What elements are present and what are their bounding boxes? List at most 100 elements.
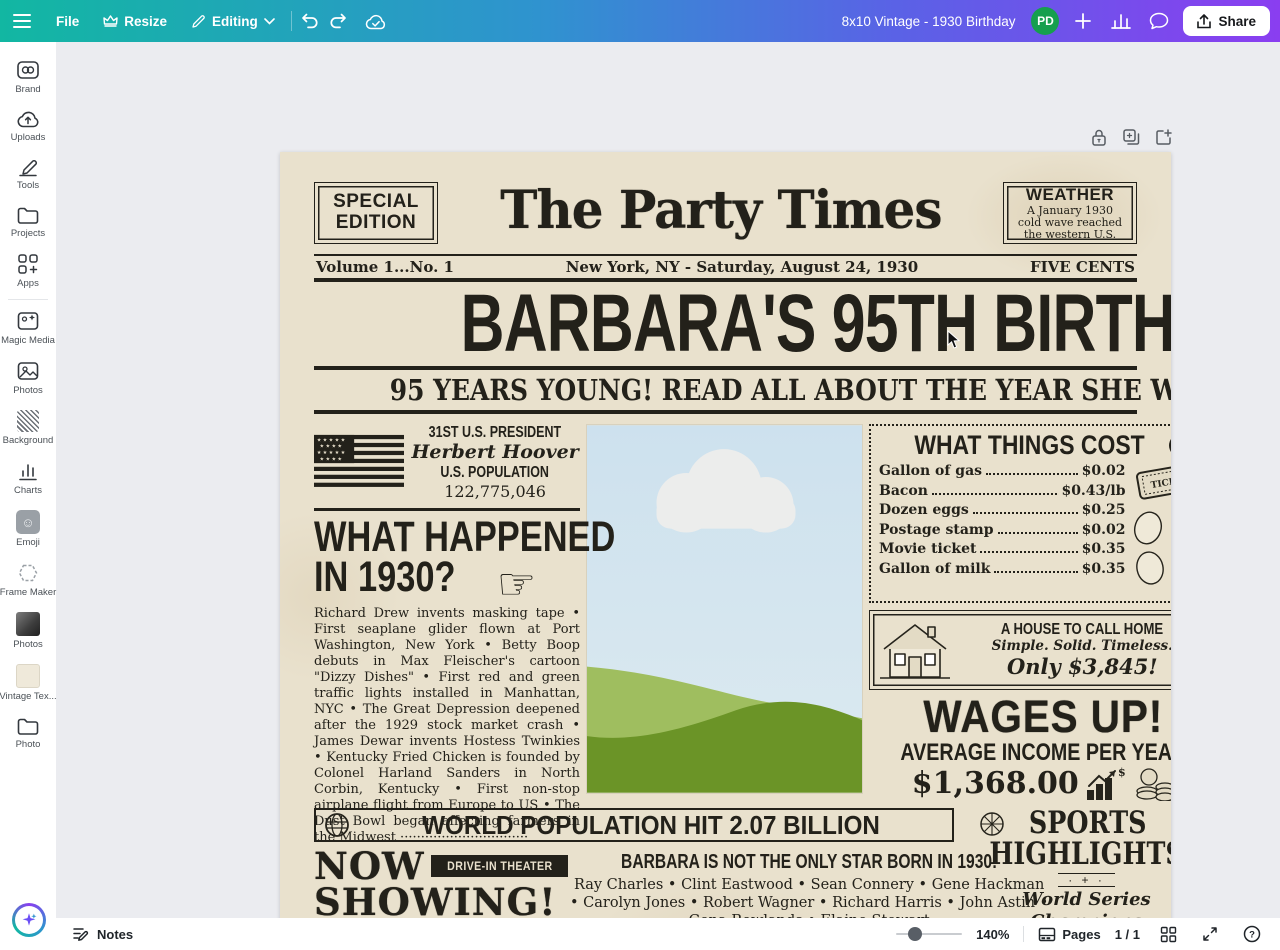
document-title[interactable]: 8x10 Vintage - 1930 Birthday bbox=[842, 14, 1016, 29]
weather-body: A January 1930 cold wave reached the wes… bbox=[1014, 205, 1126, 242]
cost-row: Gallon of milk$0.35 bbox=[879, 560, 1126, 580]
undo-button[interactable] bbox=[296, 7, 324, 35]
wages-title: WAGES UP! bbox=[923, 694, 1163, 740]
what-things-cost-box[interactable]: WHAT THINGS COST $ Gallon of gas$0.02 Ba… bbox=[869, 424, 1171, 603]
weather-box[interactable]: WEATHER A January 1930 cold wave reached… bbox=[1003, 182, 1137, 244]
editing-mode-selector[interactable]: Editing bbox=[179, 0, 287, 42]
add-page-button[interactable] bbox=[1152, 126, 1174, 148]
president-name: Herbert Hoover bbox=[410, 442, 580, 464]
zoom-slider[interactable] bbox=[896, 933, 962, 935]
center-column bbox=[586, 424, 863, 800]
canva-assistant-button[interactable] bbox=[12, 903, 46, 937]
sidebar-item-vintage-texture[interactable]: Vintage Tex... bbox=[0, 657, 56, 709]
pages-button[interactable]: Pages bbox=[1038, 927, 1100, 942]
sidebar-item-tools[interactable]: Tools bbox=[0, 150, 56, 198]
insights-button[interactable] bbox=[1107, 7, 1135, 35]
fullscreen-button[interactable] bbox=[1196, 920, 1224, 948]
zoom-level[interactable]: 140% bbox=[976, 927, 1009, 942]
sidebar-label: Charts bbox=[14, 485, 42, 496]
svg-text:★ ★ ★ ★: ★ ★ ★ ★ bbox=[320, 444, 343, 450]
growth-chart-icon: $ bbox=[1085, 766, 1129, 802]
newspaper-columns: ★ ★ ★ ★ ★★ ★ ★ ★★ ★ ★ ★ ★★ ★ ★ ★ 31ST U.… bbox=[314, 424, 1137, 800]
pointing-finger-icon: ☞ bbox=[497, 559, 536, 610]
sidebar-item-charts[interactable]: Charts bbox=[0, 453, 56, 503]
sidebar-item-photo-folder[interactable]: Photo bbox=[0, 709, 56, 757]
population-banner[interactable]: WORLD POPULATION HIT 2.07 BILLION bbox=[314, 808, 954, 842]
notes-button[interactable]: Notes bbox=[72, 926, 133, 942]
cost-row: Bacon$0.43/lb bbox=[879, 482, 1126, 502]
sidebar-label: Magic Media bbox=[1, 335, 55, 346]
notes-icon bbox=[72, 926, 89, 942]
comments-button[interactable] bbox=[1145, 7, 1173, 35]
sidebar-item-magic-media[interactable]: Magic Media bbox=[0, 303, 56, 353]
eggs-illustration bbox=[1130, 509, 1165, 587]
zoom-slider-knob[interactable] bbox=[908, 927, 922, 941]
redo-button[interactable] bbox=[324, 7, 352, 35]
sidebar-item-apps[interactable]: Apps bbox=[0, 246, 56, 296]
cloud-save-status-button[interactable] bbox=[362, 7, 390, 35]
sidebar-item-frame-maker[interactable]: Frame Maker bbox=[0, 555, 56, 605]
lock-page-button[interactable] bbox=[1088, 126, 1110, 148]
landscape-photo-placeholder[interactable] bbox=[586, 424, 863, 794]
sidebar-item-uploads[interactable]: Uploads bbox=[0, 102, 56, 150]
drive-in-theater-badge: DRIVE-IN THEATER bbox=[431, 855, 569, 877]
sidebar-divider bbox=[8, 299, 48, 300]
sidebar-label: Uploads bbox=[11, 132, 46, 143]
vintage-texture-icon bbox=[16, 664, 40, 688]
population-label: U.S. POPULATION bbox=[441, 464, 550, 482]
design-page[interactable]: SPECIAL EDITION The Party Times WEATHER … bbox=[280, 152, 1171, 950]
add-page-icon bbox=[1154, 128, 1173, 147]
tools-icon bbox=[16, 157, 40, 177]
background-icon bbox=[17, 410, 39, 432]
president-label: 31ST U.S. PRESIDENT bbox=[429, 424, 561, 442]
duplicate-icon bbox=[1122, 128, 1141, 147]
main-menu-button[interactable] bbox=[0, 0, 44, 42]
duplicate-page-button[interactable] bbox=[1120, 126, 1142, 148]
file-menu-button[interactable]: File bbox=[44, 0, 91, 42]
special-edition-badge[interactable]: SPECIAL EDITION bbox=[314, 182, 438, 244]
sidebar-item-projects[interactable]: Projects bbox=[0, 198, 56, 246]
editing-label: Editing bbox=[212, 14, 258, 29]
invite-members-button[interactable] bbox=[1069, 7, 1097, 35]
sidebar-item-photos-result[interactable]: Photos bbox=[0, 605, 56, 657]
sidebar-label: Photos bbox=[13, 639, 43, 650]
price: FIVE CENTS bbox=[1030, 258, 1135, 276]
wages-section[interactable]: WAGES UP! AVERAGE INCOME PER YEAR $1,368… bbox=[869, 694, 1171, 802]
photos-icon bbox=[16, 360, 40, 382]
now-word: NOW bbox=[314, 848, 425, 884]
sparkle-icon bbox=[20, 911, 38, 929]
stars-title: BARBARA IS NOT THE ONLY STAR BORN IN 193… bbox=[621, 850, 997, 874]
what-happened-title[interactable]: WHAT HAPPENED IN 1930?☞ bbox=[314, 517, 580, 600]
help-button[interactable]: ? bbox=[1238, 920, 1266, 948]
sidebar-item-photos[interactable]: Photos bbox=[0, 353, 56, 403]
grid-view-button[interactable] bbox=[1154, 920, 1182, 948]
cost-row: Postage stamp$0.02 bbox=[879, 521, 1126, 541]
globe-icon bbox=[324, 812, 350, 838]
main-headline[interactable]: BARBARA'S 95TH BIRTHDAY bbox=[314, 284, 1137, 364]
canvas-workspace[interactable]: SPECIAL EDITION The Party Times WEATHER … bbox=[56, 42, 1280, 918]
masthead-title[interactable]: The Party Times bbox=[438, 178, 1003, 244]
edition-line2: EDITION bbox=[336, 213, 417, 234]
subheadline[interactable]: 95 YEARS YOUNG! READ ALL ABOUT THE YEAR … bbox=[314, 372, 1137, 408]
president-section[interactable]: ★ ★ ★ ★ ★★ ★ ★ ★★ ★ ★ ★ ★★ ★ ★ ★ 31ST U.… bbox=[314, 424, 580, 511]
house-ad-box[interactable]: A HOUSE TO CALL HOME Simple. Solid. Time… bbox=[869, 610, 1171, 690]
date-location: New York, NY - Saturday, August 24, 1930 bbox=[566, 258, 918, 276]
sidebar-item-background[interactable]: Background bbox=[0, 403, 56, 453]
charts-icon bbox=[16, 460, 40, 482]
grid-view-icon bbox=[1160, 926, 1177, 943]
sidebar-label: Frame Maker bbox=[0, 587, 56, 598]
baseball-icon bbox=[1170, 812, 1171, 836]
sidebar-item-brand[interactable]: Brand bbox=[0, 52, 56, 102]
sidebar-label: Projects bbox=[11, 228, 45, 239]
right-column: WHAT THINGS COST $ Gallon of gas$0.02 Ba… bbox=[869, 424, 1171, 800]
sidebar-item-emoji[interactable]: ☺ Emoji bbox=[0, 503, 56, 555]
newspaper-header: SPECIAL EDITION The Party Times WEATHER … bbox=[314, 178, 1137, 244]
showing-word: SHOWING! bbox=[314, 884, 548, 920]
notes-label: Notes bbox=[97, 927, 133, 942]
object-panel-sidebar: Brand Uploads Tools Projects Apps Magic … bbox=[0, 42, 56, 918]
share-button[interactable]: Share bbox=[1183, 6, 1270, 36]
avatar[interactable]: PD bbox=[1031, 7, 1059, 35]
us-flag-illustration: ★ ★ ★ ★ ★★ ★ ★ ★★ ★ ★ ★ ★★ ★ ★ ★ bbox=[314, 424, 404, 498]
resize-button[interactable]: Resize bbox=[91, 0, 179, 42]
sports-ornament: · + · bbox=[1058, 873, 1115, 887]
